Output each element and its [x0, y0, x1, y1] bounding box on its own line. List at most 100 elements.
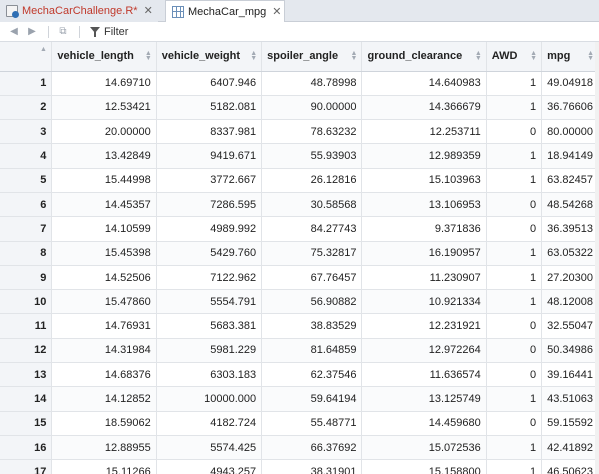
- table-cell[interactable]: 38.83529: [261, 313, 363, 339]
- column-header-spoiler-angle[interactable]: spoiler_angle ▲ ▼: [261, 42, 363, 72]
- row-number-cell[interactable]: 15: [0, 411, 53, 436]
- column-header-awd[interactable]: AWD ▲ ▼: [486, 42, 543, 72]
- forward-arrow-icon[interactable]: ▶: [24, 25, 40, 39]
- table-cell[interactable]: 48.12008: [541, 289, 599, 315]
- row-number-cell[interactable]: 14: [0, 386, 53, 412]
- table-cell[interactable]: 1: [486, 386, 543, 412]
- table-cell[interactable]: 5981.229: [156, 338, 263, 364]
- table-cell[interactable]: 48.54268: [541, 192, 599, 218]
- table-cell[interactable]: 43.51063: [541, 386, 599, 412]
- row-number-cell[interactable]: 3: [0, 119, 53, 145]
- table-cell[interactable]: 7122.962: [156, 265, 263, 291]
- table-cell[interactable]: 67.76457: [261, 265, 363, 291]
- table-cell[interactable]: 14.640983: [361, 71, 487, 96]
- table-cell[interactable]: 9419.671: [156, 143, 263, 169]
- row-number-cell[interactable]: 11: [0, 313, 53, 339]
- table-cell[interactable]: 5683.381: [156, 313, 263, 339]
- table-cell[interactable]: 0: [486, 216, 543, 242]
- row-number-cell[interactable]: 9: [0, 265, 53, 291]
- table-cell[interactable]: 15.47860: [51, 289, 157, 315]
- table-cell[interactable]: 46.50623: [541, 459, 599, 474]
- row-number-cell[interactable]: 13: [0, 362, 53, 388]
- table-cell[interactable]: 18.94149: [541, 143, 599, 169]
- table-cell[interactable]: 13.42849: [51, 143, 157, 169]
- table-cell[interactable]: 5182.081: [156, 95, 263, 121]
- table-cell[interactable]: 1: [486, 241, 543, 266]
- table-cell[interactable]: 39.16441: [541, 362, 599, 388]
- table-cell[interactable]: 5574.425: [156, 435, 263, 461]
- row-number-cell[interactable]: 17: [0, 459, 53, 474]
- table-cell[interactable]: 16.190957: [361, 241, 487, 266]
- row-number-cell[interactable]: 6: [0, 192, 53, 218]
- table-cell[interactable]: 59.15592: [541, 411, 599, 436]
- table-cell[interactable]: 48.78998: [261, 71, 363, 96]
- table-cell[interactable]: 1: [486, 289, 543, 315]
- table-cell[interactable]: 49.04918: [541, 71, 599, 96]
- table-cell[interactable]: 84.27743: [261, 216, 363, 242]
- table-cell[interactable]: 75.32817: [261, 241, 363, 266]
- table-cell[interactable]: 50.34986: [541, 338, 599, 364]
- table-cell[interactable]: 14.52506: [51, 265, 157, 291]
- table-cell[interactable]: 36.76606: [541, 95, 599, 121]
- table-cell[interactable]: 14.10599: [51, 216, 157, 242]
- table-cell[interactable]: 1: [486, 265, 543, 291]
- column-header-ground-clearance[interactable]: ground_clearance ▲ ▼: [361, 42, 487, 72]
- table-cell[interactable]: 26.12816: [261, 168, 363, 193]
- table-cell[interactable]: 12.53421: [51, 95, 157, 121]
- table-cell[interactable]: 14.68376: [51, 362, 157, 388]
- table-cell[interactable]: 59.64194: [261, 386, 363, 412]
- row-number-cell[interactable]: 16: [0, 435, 53, 461]
- table-cell[interactable]: 12.972264: [361, 338, 487, 364]
- table-cell[interactable]: 15.11266: [51, 459, 157, 474]
- table-cell[interactable]: 1: [486, 435, 543, 461]
- column-header-vehicle-length[interactable]: vehicle_length ▲ ▼: [51, 42, 157, 72]
- table-cell[interactable]: 9.371836: [361, 216, 487, 242]
- back-arrow-icon[interactable]: ◀: [6, 25, 22, 39]
- table-cell[interactable]: 55.93903: [261, 143, 363, 169]
- table-cell[interactable]: 56.90882: [261, 289, 363, 315]
- table-cell[interactable]: 7286.595: [156, 192, 263, 218]
- table-cell[interactable]: 62.37546: [261, 362, 363, 388]
- table-cell[interactable]: 5429.760: [156, 241, 263, 266]
- table-cell[interactable]: 5554.791: [156, 289, 263, 315]
- table-cell[interactable]: 30.58568: [261, 192, 363, 218]
- table-cell[interactable]: 1: [486, 71, 543, 96]
- table-cell[interactable]: 3772.667: [156, 168, 263, 193]
- table-cell[interactable]: 10.921334: [361, 289, 487, 315]
- table-cell[interactable]: 4182.724: [156, 411, 263, 436]
- table-cell[interactable]: 78.63232: [261, 119, 363, 145]
- close-icon[interactable]: ✕: [144, 5, 153, 17]
- table-cell[interactable]: 0: [486, 313, 543, 339]
- row-number-cell[interactable]: 7: [0, 216, 53, 242]
- column-header-vehicle-weight[interactable]: vehicle_weight ▲ ▼: [156, 42, 263, 72]
- table-cell[interactable]: 0: [486, 192, 543, 218]
- table-cell[interactable]: 14.459680: [361, 411, 487, 436]
- row-number-cell[interactable]: 10: [0, 289, 53, 315]
- vertical-scrollbar[interactable]: [595, 42, 599, 474]
- table-cell[interactable]: 1: [486, 168, 543, 193]
- table-cell[interactable]: 15.158800: [361, 459, 487, 474]
- table-cell[interactable]: 13.125749: [361, 386, 487, 412]
- tab-mechacar-mpg[interactable]: MechaCar_mpg ✕: [165, 0, 285, 23]
- table-cell[interactable]: 55.48771: [261, 411, 363, 436]
- table-cell[interactable]: 27.20300: [541, 265, 599, 291]
- table-cell[interactable]: 20.00000: [51, 119, 157, 145]
- table-cell[interactable]: 12.231921: [361, 313, 487, 339]
- table-cell[interactable]: 0: [486, 119, 543, 145]
- row-number-cell[interactable]: 2: [0, 95, 53, 121]
- table-cell[interactable]: 15.103963: [361, 168, 487, 193]
- table-cell[interactable]: 13.106953: [361, 192, 487, 218]
- table-cell[interactable]: 66.37692: [261, 435, 363, 461]
- table-cell[interactable]: 1: [486, 95, 543, 121]
- popout-window-icon[interactable]: ⧉: [55, 25, 71, 39]
- table-cell[interactable]: 15.072536: [361, 435, 487, 461]
- row-number-cell[interactable]: 1: [0, 71, 53, 96]
- table-cell[interactable]: 11.230907: [361, 265, 487, 291]
- table-cell[interactable]: 63.05322: [541, 241, 599, 266]
- table-cell[interactable]: 1: [486, 459, 543, 474]
- table-cell[interactable]: 12.253711: [361, 119, 487, 145]
- table-cell[interactable]: 36.39513: [541, 216, 599, 242]
- table-cell[interactable]: 11.636574: [361, 362, 487, 388]
- table-cell[interactable]: 14.45357: [51, 192, 157, 218]
- table-cell[interactable]: 12.989359: [361, 143, 487, 169]
